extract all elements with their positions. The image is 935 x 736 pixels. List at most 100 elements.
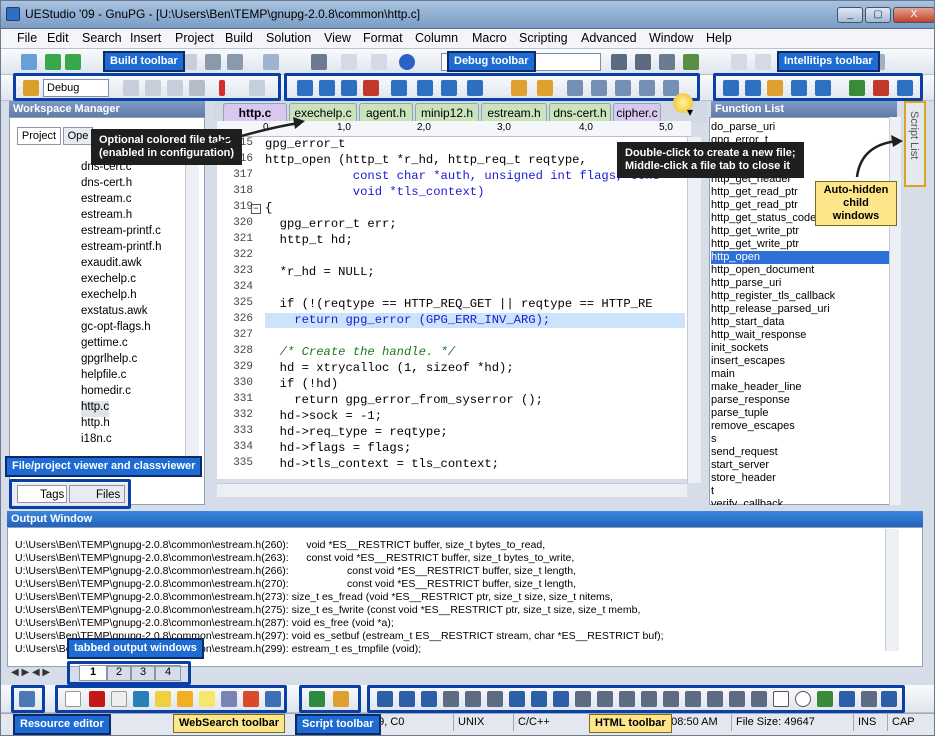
html-align-right-icon[interactable] — [487, 691, 503, 707]
file-item[interactable]: estream-printf.h — [81, 241, 162, 257]
menu-project[interactable]: Project — [175, 31, 214, 45]
menu-window[interactable]: Window — [649, 31, 693, 45]
help-icon[interactable] — [399, 54, 415, 70]
ftp-icon[interactable] — [683, 54, 699, 70]
menu-file[interactable]: File — [17, 31, 37, 45]
function-item[interactable]: t — [711, 485, 889, 498]
file-item[interactable]: gettime.c — [81, 337, 128, 353]
function-item[interactable]: start_server — [711, 459, 889, 472]
script-list-autohide-tab[interactable]: Script List — [904, 101, 926, 187]
function-item[interactable]: send_request — [711, 446, 889, 459]
script-list-icon[interactable] — [333, 691, 349, 707]
file-item[interactable]: exechelp.h — [81, 289, 137, 305]
code-editor[interactable]: − 315 316 317 318 319 320 321 322 323 32… — [217, 137, 687, 479]
html-indent-icon[interactable] — [597, 691, 613, 707]
file-item[interactable]: homedir.c — [81, 385, 131, 401]
function-item[interactable]: store_header — [711, 472, 889, 485]
file-item[interactable]: exstatus.awk — [81, 305, 147, 321]
output-line[interactable]: U:\Users\Ben\TEMP\gnupg-2.0.8\common\est… — [15, 617, 394, 630]
editor-vscrollbar[interactable] — [687, 137, 701, 483]
document-icon[interactable] — [731, 54, 747, 70]
workspace-tab-project[interactable]: Project — [17, 127, 61, 145]
file-tab-cipher-c[interactable]: cipher.c — [613, 103, 661, 121]
file-item[interactable]: exechelp.c — [81, 273, 136, 289]
html-radio-icon[interactable] — [795, 691, 811, 707]
file-item[interactable]: gpgrlhelp.c — [81, 353, 137, 369]
msdn-search-icon[interactable] — [133, 691, 149, 707]
html-code-icon[interactable] — [881, 691, 897, 707]
file-item[interactable]: estream.c — [81, 193, 132, 209]
menu-edit[interactable]: Edit — [47, 31, 69, 45]
html-font-icon[interactable] — [509, 691, 525, 707]
menu-advanced[interactable]: Advanced — [581, 31, 637, 45]
php-search-icon[interactable] — [221, 691, 237, 707]
function-item[interactable]: http_register_tls_callback — [711, 290, 889, 303]
menu-build[interactable]: Build — [225, 31, 253, 45]
function-item-selected[interactable]: http_open — [711, 251, 889, 264]
file-item[interactable]: i18n.c — [81, 433, 112, 449]
output-nav-arrows[interactable]: ◀ ▶ ◀ ▶ — [11, 667, 71, 681]
html-heading-icon[interactable] — [531, 691, 547, 707]
close-button[interactable]: X — [893, 7, 934, 23]
file-item[interactable]: dns-cert.h — [81, 177, 132, 193]
function-item[interactable]: http_get_write_ptr — [711, 238, 889, 251]
file-item[interactable]: estream.h — [81, 209, 132, 225]
file-item[interactable]: estream-printf.c — [81, 225, 161, 241]
function-item[interactable]: insert_escapes — [711, 355, 889, 368]
html-image-icon[interactable] — [817, 691, 833, 707]
document-list-icon[interactable] — [755, 54, 771, 70]
find-icon[interactable] — [263, 54, 279, 70]
html-button-icon[interactable] — [729, 691, 745, 707]
html-list-icon[interactable] — [553, 691, 569, 707]
file-tab-dns-cert-h[interactable]: dns-cert.h — [549, 103, 611, 121]
wordwrap-icon[interactable] — [371, 54, 387, 70]
output-line[interactable]: U:\Users\Ben\TEMP\gnupg-2.0.8\common\est… — [15, 604, 640, 617]
function-item[interactable]: main — [711, 368, 889, 381]
file-item-selected[interactable]: http.c — [81, 401, 110, 417]
workspace-tab-open[interactable]: Ope — [63, 127, 93, 145]
file-tab-estream-h[interactable]: estream.h — [481, 103, 547, 121]
menu-search[interactable]: Search — [82, 31, 122, 45]
html-input-icon[interactable] — [685, 691, 701, 707]
menu-insert[interactable]: Insert — [130, 31, 161, 45]
back-icon[interactable] — [45, 54, 61, 70]
google-search-icon[interactable] — [65, 691, 81, 707]
html-ordered-list-icon[interactable] — [575, 691, 591, 707]
output-line[interactable]: U:\Users\Ben\TEMP\gnupg-2.0.8\common\est… — [15, 578, 576, 591]
n-search-icon[interactable] — [199, 691, 215, 707]
file-item[interactable]: gc-opt-flags.h — [81, 321, 151, 337]
run-script-icon[interactable] — [309, 691, 325, 707]
html-form-icon[interactable] — [663, 691, 679, 707]
wikipedia-search-icon[interactable] — [111, 691, 127, 707]
minimize-button[interactable]: _ — [837, 7, 863, 23]
menu-macro[interactable]: Macro — [472, 31, 507, 45]
html-align-left-icon[interactable] — [443, 691, 459, 707]
maximize-button[interactable]: ▢ — [865, 7, 891, 23]
function-item[interactable]: verify_callback — [711, 498, 889, 505]
function-item[interactable]: s — [711, 433, 889, 446]
function-item[interactable]: make_header_line — [711, 381, 889, 394]
menu-scripting[interactable]: Scripting — [519, 31, 568, 45]
output-line[interactable]: U:\Users\Ben\TEMP\gnupg-2.0.8\common\est… — [15, 552, 574, 565]
html-hr-icon[interactable] — [641, 691, 657, 707]
menu-view[interactable]: View — [324, 31, 351, 45]
output-scrollbar[interactable] — [885, 529, 899, 651]
html-anchor-icon[interactable] — [839, 691, 855, 707]
lightbulb-search-icon[interactable] — [155, 691, 171, 707]
editor-hscrollbar[interactable] — [217, 483, 687, 497]
output-line[interactable]: U:\Users\Ben\TEMP\gnupg-2.0.8\common\est… — [15, 539, 545, 552]
html-align-center-icon[interactable] — [465, 691, 481, 707]
html-select-icon[interactable] — [751, 691, 767, 707]
function-item[interactable]: http_open_document — [711, 264, 889, 277]
forward-icon[interactable] — [65, 54, 81, 70]
file-item[interactable]: helpfile.c — [81, 369, 126, 385]
html-italic-icon[interactable] — [399, 691, 415, 707]
html-link-icon[interactable] — [861, 691, 877, 707]
tab-list-icon[interactable]: ▾ — [687, 105, 693, 119]
find-binoculars-icon[interactable] — [611, 54, 627, 70]
html-bold-icon[interactable] — [377, 691, 393, 707]
function-item[interactable]: http_wait_response — [711, 329, 889, 342]
file-item[interactable]: exaudit.awk — [81, 257, 142, 273]
workspace-scrollbar[interactable] — [185, 147, 199, 457]
resource-editor-icon[interactable] — [19, 691, 35, 707]
